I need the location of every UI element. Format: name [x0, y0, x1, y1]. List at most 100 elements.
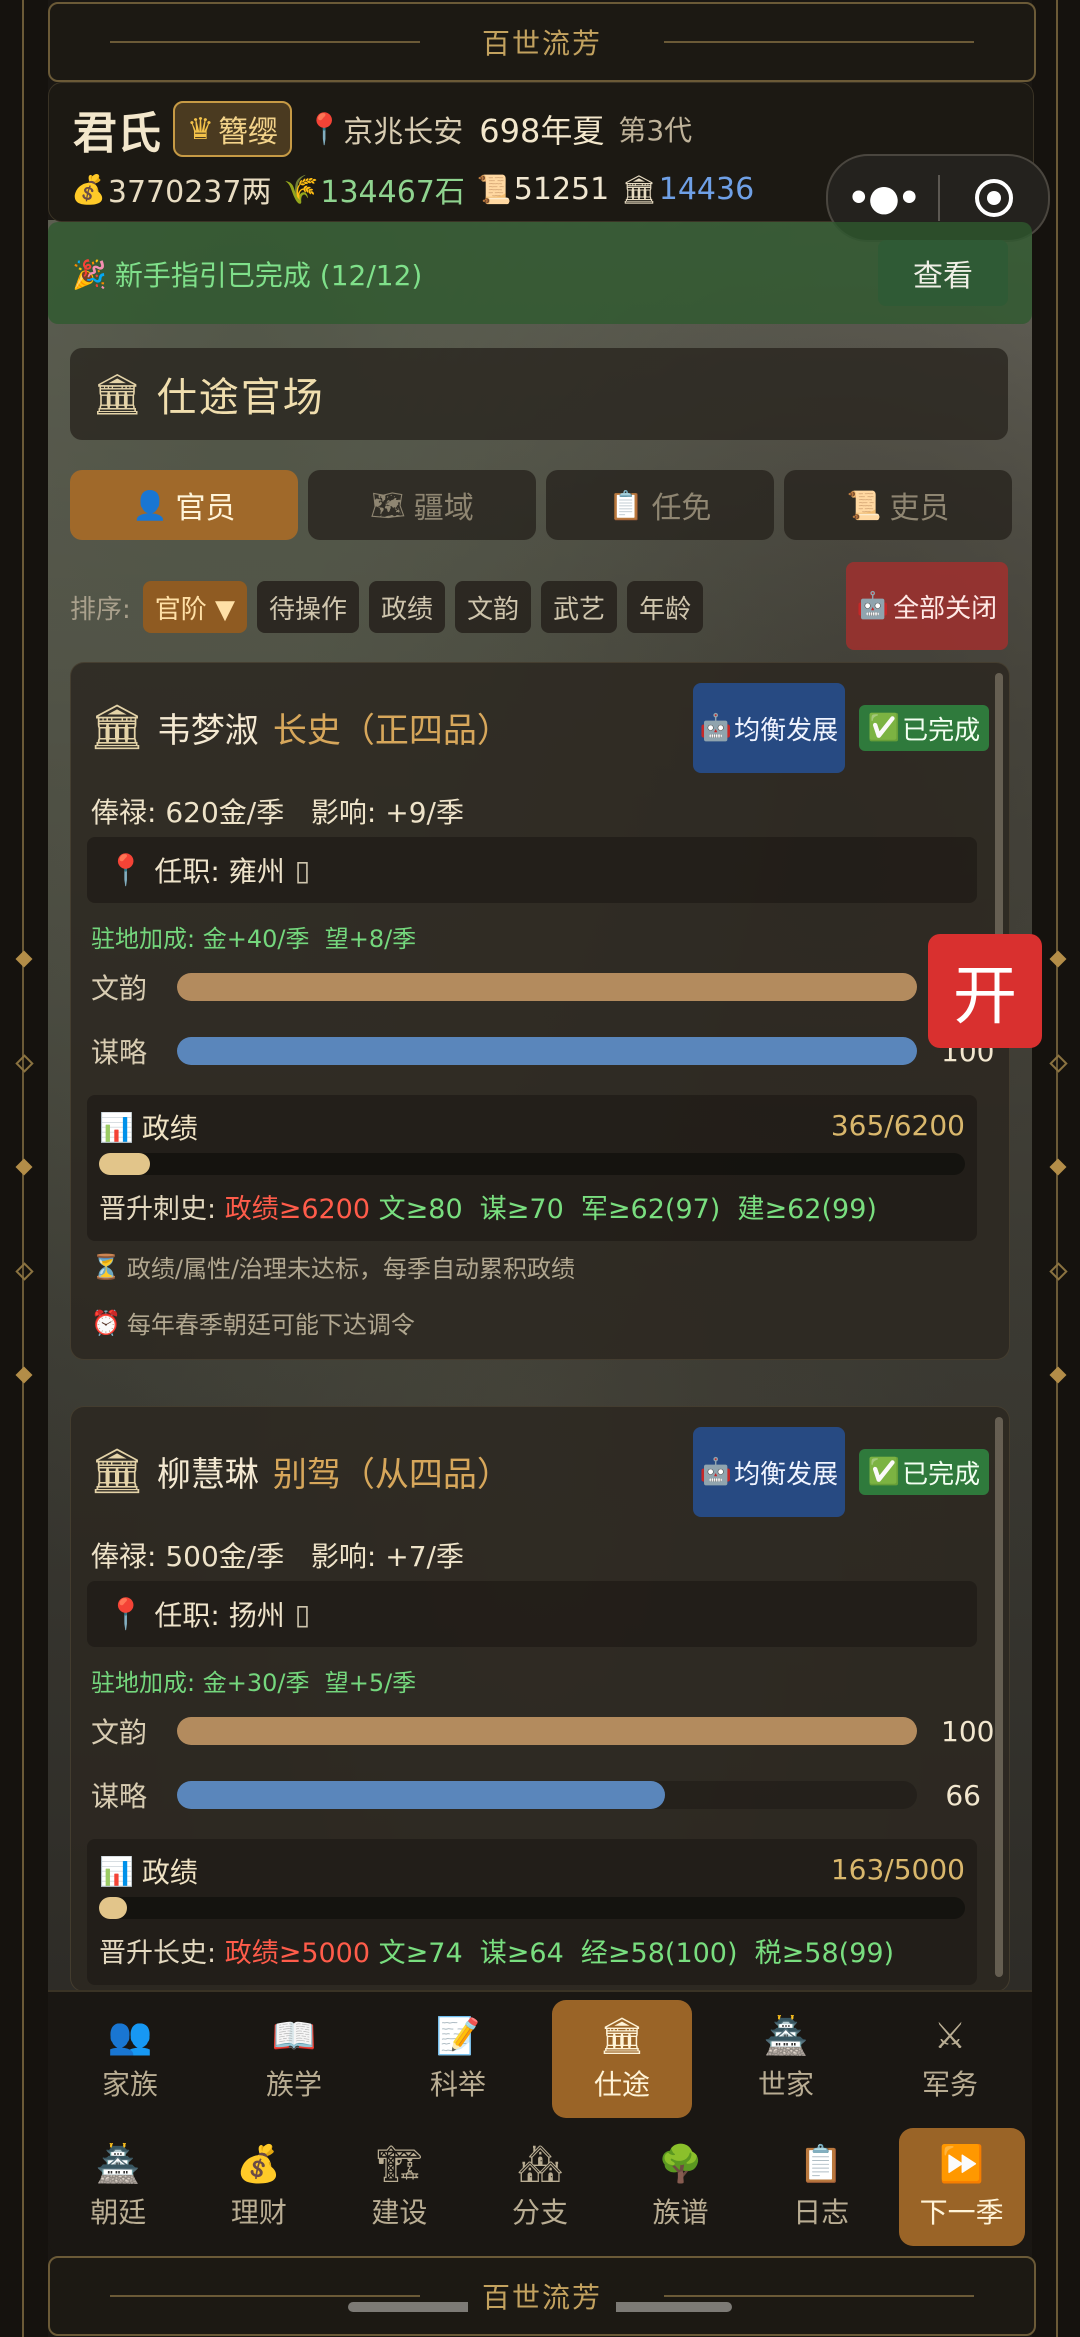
banner-rule: [664, 2295, 974, 2297]
nav-row-primary: 👥 家族 📖 族学 📝 科举 🏛 仕途 🏯 世家 ⚔ 军务: [48, 2000, 1032, 2122]
ornament-diamond: [15, 1054, 34, 1073]
money-bag-icon: 💰: [236, 2144, 282, 2185]
promotion-requirements: 晋升刺史: 政绩≥6200 文≥80 谋≥70 军≥62(97) 建≥62(99…: [99, 1187, 877, 1226]
nav-item-4[interactable]: 🌳 族谱: [618, 2128, 744, 2246]
sort-pending[interactable]: 待操作: [257, 581, 360, 633]
section-header: 🏛 仕途官场: [70, 348, 1008, 440]
nav-item-2[interactable]: 📝 科举: [388, 2000, 528, 2118]
nav-item-0[interactable]: 🏯 朝廷: [55, 2128, 181, 2246]
nav-item-4[interactable]: 🏯 世家: [716, 2000, 856, 2118]
merit-fill: [99, 1153, 150, 1175]
official-card: 🏛 韦梦淑 长史（正四品） 🤖 均衡发展 ✅ 已完成 俸禄: 620金/季 影响…: [70, 662, 1010, 1360]
station-bonus: 驻地加成: 金+40/季 望+8/季: [91, 925, 417, 953]
nav-label: 朝廷: [90, 2196, 147, 2229]
merit-title: 📊 政绩: [99, 1107, 198, 1147]
tab-officials[interactable]: 👤 官员: [70, 470, 298, 540]
resource-value: 134467石: [320, 175, 465, 210]
bottom-navigation: 👥 家族 📖 族学 📝 科举 🏛 仕途 🏯 世家 ⚔ 军务 🏯 朝廷 💰 理财 🏗 建设 🏘 分支 🌳 族谱 📋 日志 ⏩ 下一…: [48, 1990, 1032, 2254]
more-icon[interactable]: •●•: [828, 178, 938, 219]
official-post: 别驾（从四品）: [272, 1454, 511, 1495]
nav-item-3[interactable]: 🏛 仕途: [552, 2000, 692, 2118]
target-dot: [987, 191, 1001, 205]
merit-panel: 📊 政绩 365/6200 晋升刺史: 政绩≥6200 文≥80 谋≥70 军≥…: [87, 1095, 977, 1241]
castle-icon: 🏯: [763, 2016, 809, 2057]
pin-icon: 📍: [305, 111, 344, 147]
resource-value: 14436: [658, 171, 755, 207]
tab-appointments[interactable]: 📋 任免: [546, 470, 774, 540]
party-popper-icon: 🎉: [72, 257, 107, 291]
official-header: 🏛 柳慧琳 别驾（从四品）: [89, 1445, 511, 1497]
tutorial-text: 🎉 新手指引已完成 (12/12): [72, 254, 422, 294]
promotion-label: 晋升刺史:: [99, 1194, 217, 1225]
attr-track: [177, 1717, 917, 1745]
auto-develop-button[interactable]: 🤖 均衡发展: [693, 1427, 845, 1517]
nav-label: 科举: [429, 2068, 486, 2101]
close-all-button[interactable]: 🤖 全部关闭: [846, 562, 1008, 650]
attr-label: 谋略: [91, 1780, 148, 1813]
target-ring: [975, 179, 1013, 217]
tab-territory[interactable]: 🗺 疆域: [308, 470, 536, 540]
generation-label: 第3代: [618, 114, 693, 147]
temple-icon: 🏛: [599, 2016, 645, 2057]
location[interactable]: 📍 京兆长安: [306, 107, 463, 151]
open-button[interactable]: 开: [928, 934, 1042, 1048]
temple-icon: 🏛: [89, 1446, 145, 1497]
bar-chart-icon: 📊: [99, 1854, 134, 1888]
close-all-label: 全部关闭: [893, 593, 998, 624]
scrollbar[interactable]: [995, 1417, 1003, 1977]
person-icon: 👤: [132, 488, 168, 522]
attr-value: 66: [945, 1778, 981, 1812]
nav-item-1[interactable]: 💰 理财: [196, 2128, 322, 2246]
resource-scrolls: 📜 51251: [477, 172, 609, 207]
merit-label: 政绩: [141, 1856, 198, 1889]
nav-label: 下一季: [919, 2196, 1004, 2229]
status-badge: ✅ 已完成: [859, 1449, 989, 1495]
promotion-met: 文≥74 谋≥64 经≥58(100) 税≥58(99): [378, 1938, 895, 1969]
ornament-diamond: [15, 950, 33, 968]
nav-item-5[interactable]: ⚔ 军务: [880, 2000, 1020, 2118]
sort-martial[interactable]: 武艺: [541, 581, 618, 633]
missing-glyph-icon: ▯: [294, 1597, 311, 1631]
sort-merit[interactable]: 政绩: [369, 581, 446, 633]
tab-label: 吏员: [889, 491, 950, 526]
nav-item-3[interactable]: 🏘 分支: [477, 2128, 603, 2246]
grain-icon: 🌾: [283, 172, 319, 206]
sort-rank[interactable]: 官阶 ▼: [142, 581, 248, 633]
sort-literary[interactable]: 文韵: [455, 581, 532, 633]
station-bonus: 驻地加成: 金+30/季 望+5/季: [91, 1669, 417, 1697]
houses-icon: 🏘: [517, 2144, 563, 2185]
promotion-met: 文≥80 谋≥70 军≥62(97) 建≥62(99): [378, 1194, 877, 1225]
nav-item-2[interactable]: 🏗 建设: [336, 2128, 462, 2246]
ornament-diamond: [1049, 1158, 1067, 1176]
robot-icon: 🤖: [699, 1457, 733, 1487]
auto-develop-button[interactable]: 🤖 均衡发展: [693, 683, 845, 773]
nav-label: 家族: [101, 2068, 158, 2101]
nav-label: 仕途: [593, 2068, 650, 2101]
tab-clerks[interactable]: 📜 吏员: [784, 470, 1012, 540]
sort-bar: 排序: 官阶 ▼ 待操作 政绩 文韵 武艺 年龄: [70, 580, 713, 634]
nav-item-0[interactable]: 👥 家族: [60, 2000, 200, 2118]
nav-label: 世家: [757, 2068, 814, 2101]
resource-row: 💰 3770237两 🌾 134467石 📜 51251 🏛 14436: [71, 167, 766, 211]
nav-item-1[interactable]: 📖 族学: [224, 2000, 364, 2118]
attr-literary: 文韵 100: [91, 1711, 994, 1751]
office-row[interactable]: 📍 任职: 扬州 ▯: [87, 1581, 977, 1647]
palace-icon: 🏯: [95, 2144, 141, 2185]
view-guide-button[interactable]: 查看: [878, 240, 1008, 306]
close-miniprogram-icon[interactable]: [940, 179, 1048, 217]
attr-fill: [177, 1717, 917, 1745]
attr-fill: [177, 1781, 666, 1809]
office-row[interactable]: 📍 任职: 雍州 ▯: [87, 837, 977, 903]
ornament-diamond: [15, 1158, 33, 1176]
nav-item-5[interactable]: 📋 日志: [758, 2128, 884, 2246]
banner-text: 百世流芳: [467, 2276, 616, 2316]
nav-label: 军务: [921, 2067, 978, 2101]
salary-text: 俸禄: 620金/季 影响: +9/季: [91, 796, 464, 829]
tutorial-label: 新手指引已完成 (12/12): [114, 259, 423, 292]
resource-prestige: 🏛 14436: [621, 172, 754, 207]
attr-fill: [177, 1037, 917, 1065]
bottom-banner: 百世流芳: [48, 2256, 1036, 2336]
nav-item-6[interactable]: ⏩ 下一季: [898, 2128, 1025, 2246]
sort-age[interactable]: 年龄: [627, 581, 704, 633]
rank-badge[interactable]: ♛ 簪缨: [173, 101, 292, 157]
